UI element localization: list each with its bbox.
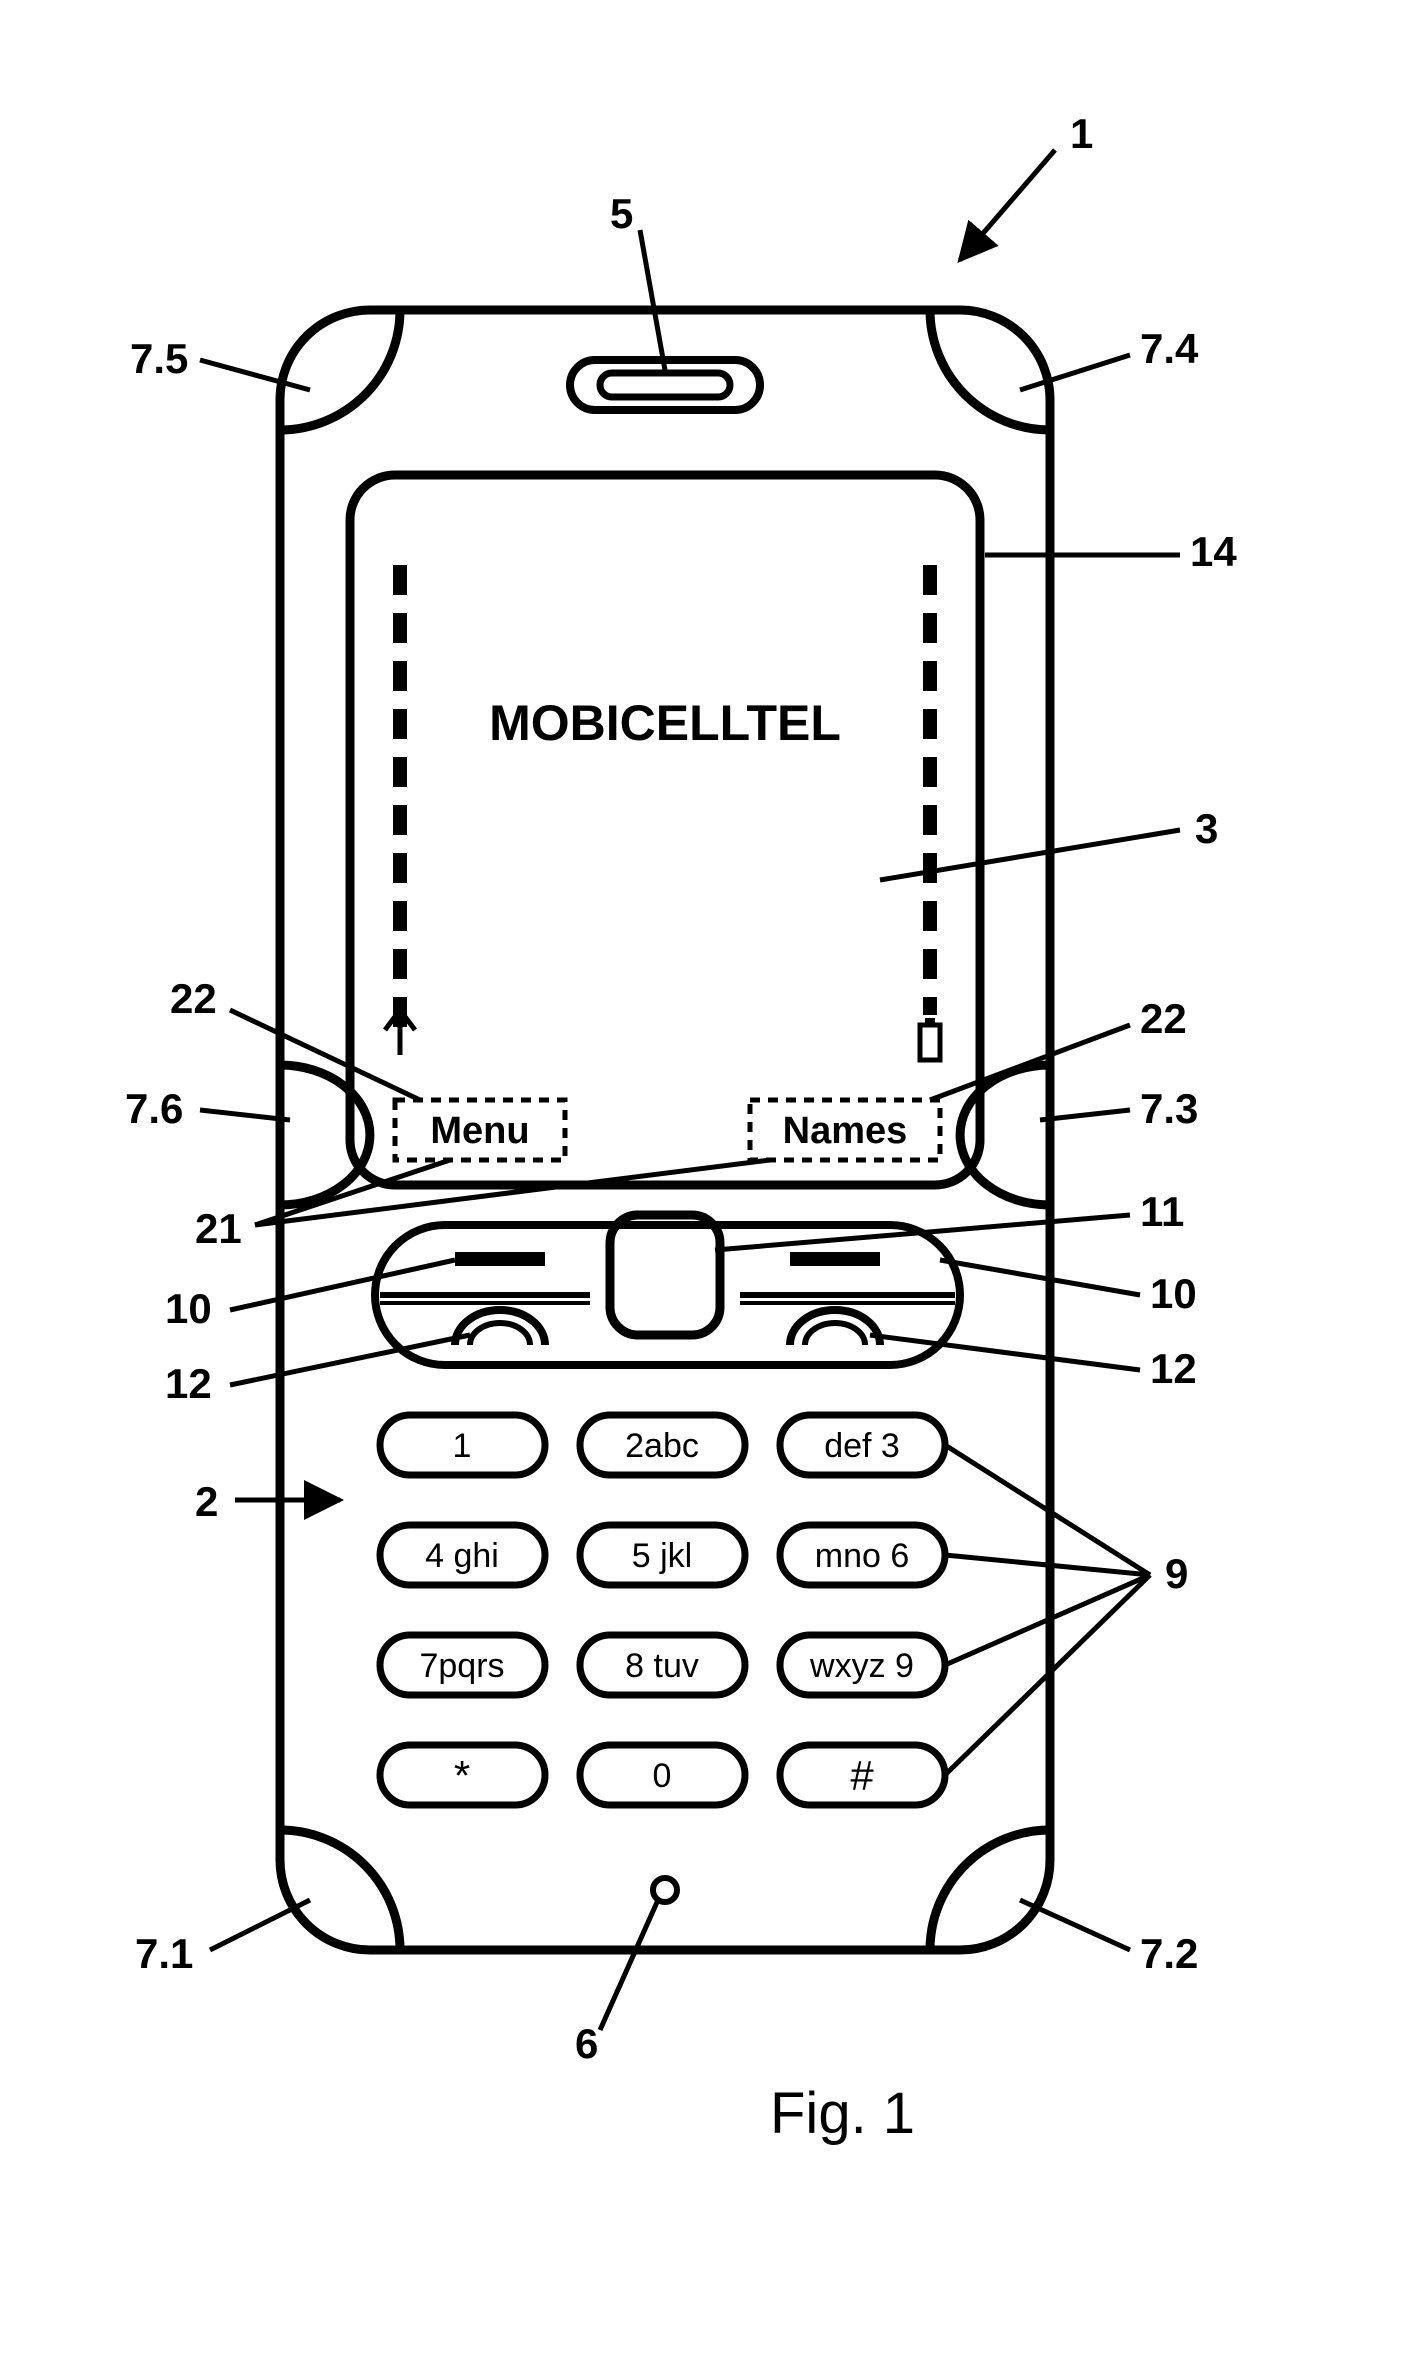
operator-text: MOBICELLTEL [489,695,841,751]
microphone [653,1878,677,1902]
label-14: 14 [1190,528,1237,576]
svg-text:5 jkl: 5 jkl [632,1537,692,1575]
svg-text:1: 1 [453,1427,472,1465]
diagram-svg: MOBICELLTEL Menu Names 1 2abc [0,0,1420,2362]
svg-text:0: 0 [653,1757,672,1795]
label-21: 21 [195,1205,242,1253]
svg-text:*: * [454,1752,470,1799]
svg-text:2abc: 2abc [625,1427,699,1465]
lead-1 [960,150,1055,260]
svg-text:4 ghi: 4 ghi [425,1537,499,1575]
lead-11 [715,1215,1130,1250]
svg-text:7pqrs: 7pqrs [419,1647,504,1685]
svg-text:wxyz 9: wxyz 9 [809,1647,914,1685]
label-3: 3 [1195,805,1218,853]
label-7-2: 7.2 [1140,1930,1198,1978]
signal-indicator [385,565,415,1055]
phone-body [280,310,1050,1950]
nav-center-key [610,1215,720,1335]
label-10b: 10 [1150,1270,1197,1318]
diagram-canvas: MOBICELLTEL Menu Names 1 2abc [0,0,1420,2362]
svg-text:8 tuv: 8 tuv [625,1647,699,1685]
label-12b: 12 [1150,1345,1197,1393]
screen-bezel [350,475,980,1185]
label-7-5: 7.5 [130,335,188,383]
battery-indicator [920,565,940,1060]
lead-22b [930,1025,1130,1100]
softkey-right-dash [790,1252,880,1266]
label-22a: 22 [170,975,217,1023]
label-11: 11 [1140,1188,1184,1236]
touch-zone-7-1 [280,1830,400,1950]
softkey-left-label: Menu [430,1110,529,1152]
end-key-icon [790,1310,880,1345]
touch-zone-7-5 [280,310,400,430]
label-1: 1 [1070,110,1093,158]
label-7-6: 7.6 [125,1085,183,1133]
svg-text:def 3: def 3 [824,1427,900,1465]
lead-7-1 [210,1900,310,1950]
label-6: 6 [575,2020,598,2068]
svg-text:mno 6: mno 6 [815,1537,910,1575]
label-22b: 22 [1140,995,1187,1043]
touch-zone-7-6 [280,1065,370,1205]
softkey-left-dash [455,1252,545,1266]
label-12a: 12 [165,1360,212,1408]
lead-7-5 [200,360,310,390]
svg-text:#: # [850,1752,874,1799]
label-5: 5 [610,190,633,238]
lead-7-2 [1020,1900,1130,1950]
lead-5 [640,230,665,370]
touch-zone-7-4 [930,310,1050,430]
label-2: 2 [195,1478,218,1526]
lead-6 [600,1900,658,2030]
label-10a: 10 [165,1285,212,1333]
lead-10b [940,1260,1140,1295]
figure-caption: Fig. 1 [770,2080,915,2147]
label-7-3: 7.3 [1140,1085,1198,1133]
call-key-icon [455,1310,545,1345]
label-7-4: 7.4 [1140,325,1198,373]
lead-12a [230,1335,470,1385]
softkey-right-label: Names [783,1110,908,1152]
touch-zone-7-2 [930,1830,1050,1950]
label-7-1: 7.1 [135,1930,193,1978]
label-9: 9 [1165,1550,1188,1598]
keypad: 1 2abc def 3 4 ghi 5 jkl mno 6 7pqrs 8 t… [380,1415,945,1805]
